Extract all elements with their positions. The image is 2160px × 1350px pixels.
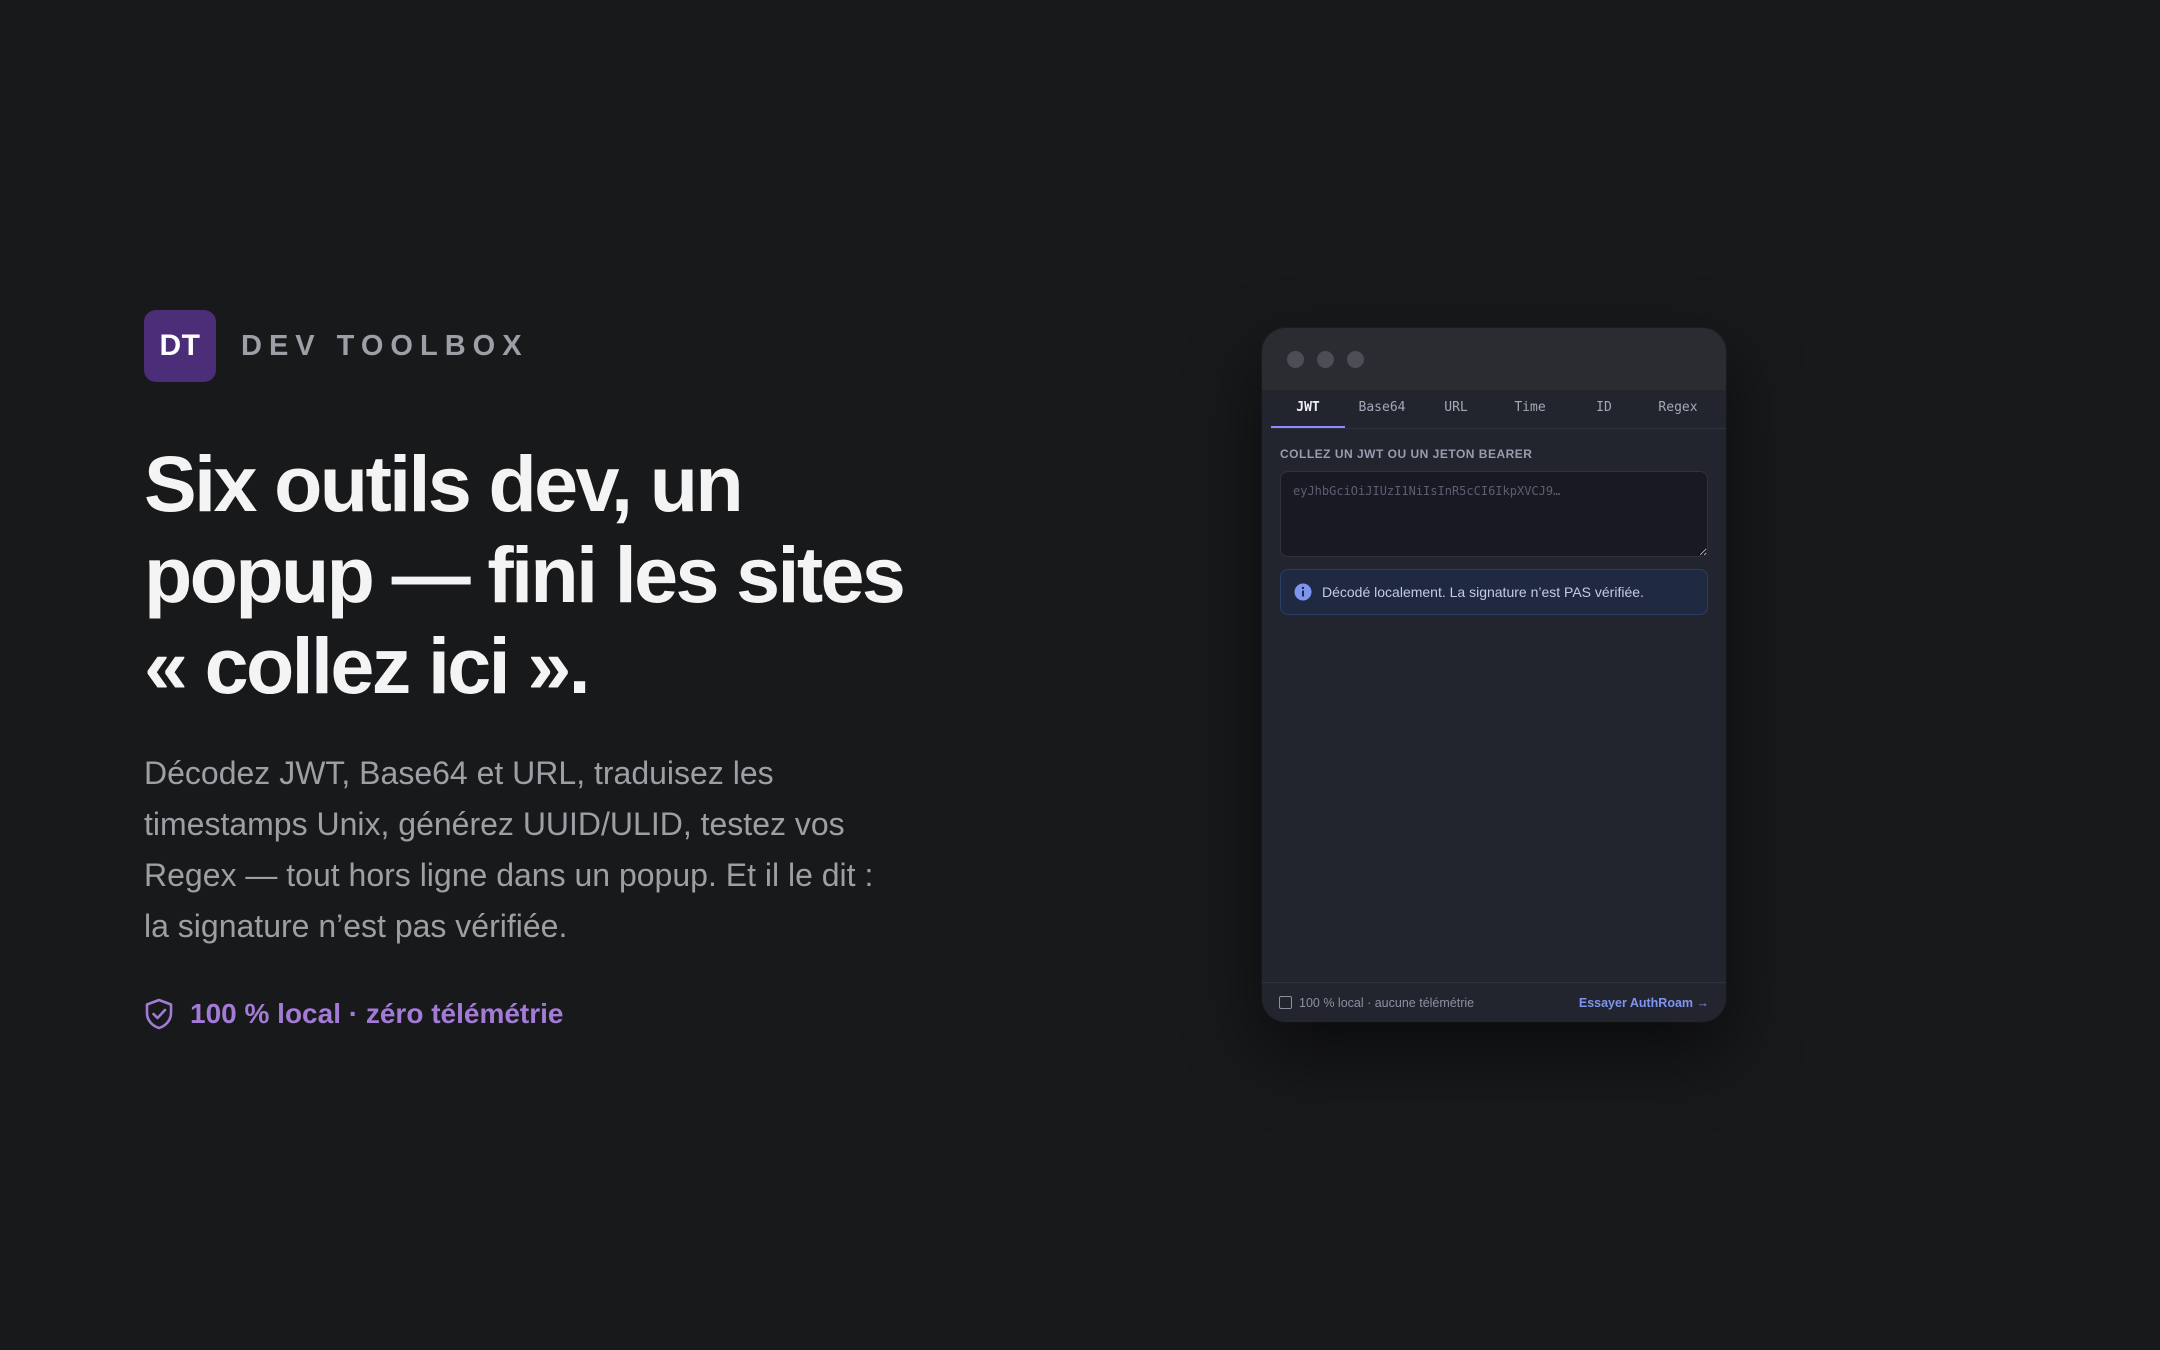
- notice-text: Décodé localement. La signature n’est PA…: [1322, 584, 1644, 600]
- tab-time[interactable]: Time: [1493, 390, 1567, 428]
- tab-base64[interactable]: Base64: [1345, 390, 1419, 428]
- window-minimize-dot[interactable]: [1317, 350, 1334, 368]
- shield-check-icon: [144, 998, 174, 1030]
- window-close-dot[interactable]: [1287, 350, 1304, 368]
- token-input-label: COLLEZ UN JWT OU UN JETON BEARER: [1280, 447, 1533, 461]
- tool-tabs: JWT Base64 URL Time ID Regex: [1271, 390, 1726, 429]
- tab-id[interactable]: ID: [1567, 390, 1641, 428]
- signature-notice: Décodé localement. La signature n’est PA…: [1280, 569, 1708, 615]
- privacy-badge: 100 % local · zéro télémétrie: [144, 998, 564, 1030]
- local-checkbox[interactable]: [1279, 996, 1292, 1009]
- tab-regex[interactable]: Regex: [1641, 390, 1715, 428]
- popup-window: JWT Base64 URL Time ID Regex COLLEZ UN J…: [1262, 328, 1726, 1022]
- window-maximize-dot[interactable]: [1347, 350, 1364, 368]
- try-authroam-link[interactable]: Essayer AuthRoam →: [1579, 996, 1709, 1010]
- jwt-panel: COLLEZ UN JWT OU UN JETON BEARER Décodé …: [1262, 429, 1726, 615]
- logo: DT: [144, 310, 216, 382]
- brand-name: DEV TOOLBOX: [241, 329, 529, 362]
- footer-local-text: 100 % local · aucune télémétrie: [1299, 995, 1475, 1010]
- popup-footer: 100 % local · aucune télémétrie Essayer …: [1262, 982, 1726, 1022]
- token-input[interactable]: [1280, 471, 1708, 557]
- brand: DT DEV TOOLBOX: [144, 310, 529, 382]
- subtitle: Décodez JWT, Base64 et URL, traduisez le…: [144, 755, 874, 944]
- info-icon: [1294, 583, 1312, 601]
- window-titlebar: [1262, 328, 1726, 390]
- headline: Six outils dev, un popup — fini les site…: [144, 439, 906, 710]
- tab-jwt[interactable]: JWT: [1271, 390, 1345, 428]
- tab-url[interactable]: URL: [1419, 390, 1493, 428]
- badge-text: 100 % local · zéro télémétrie: [190, 998, 564, 1029]
